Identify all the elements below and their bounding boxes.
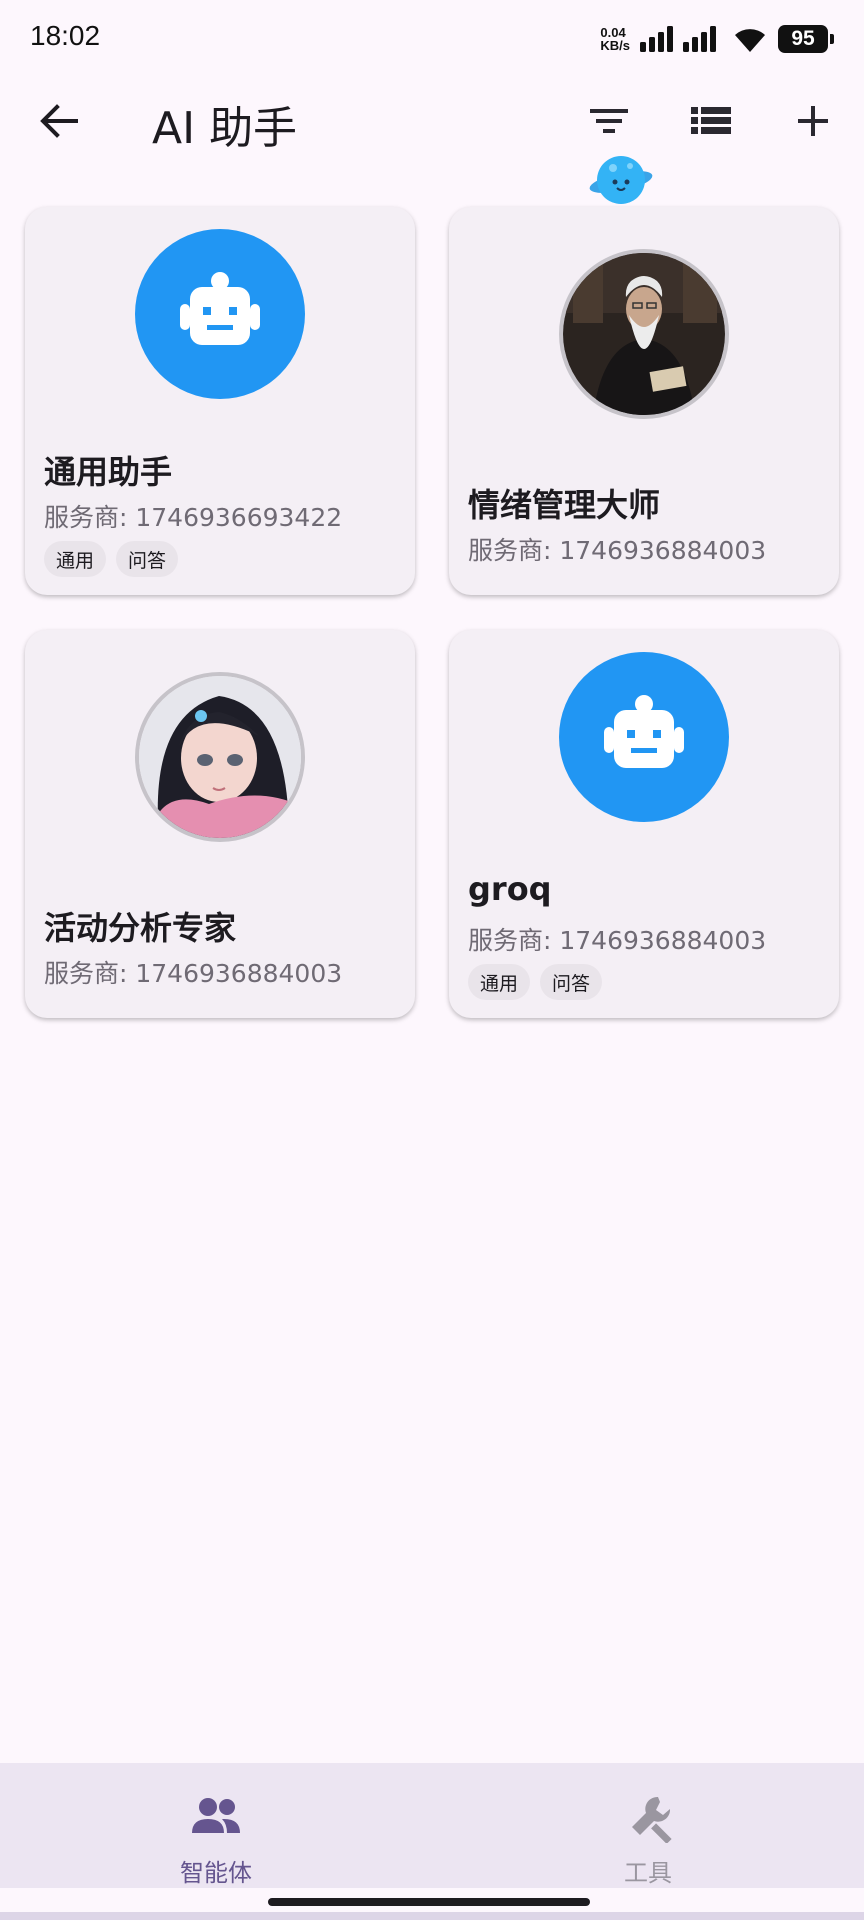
tag-chip: 问答: [540, 964, 603, 1000]
signal-icon: [640, 26, 716, 52]
wifi-icon: [735, 29, 765, 52]
assistant-name: 通用助手: [44, 453, 173, 491]
page-title: AI 助手: [152, 103, 298, 154]
tag-chip: 通用: [44, 541, 107, 577]
filter-button[interactable]: [586, 98, 632, 144]
assistant-provider: 服务商: 1746936693422: [44, 503, 343, 532]
assistant-card[interactable]: groq 服务商: 1746936884003 通用 问答: [449, 630, 839, 1018]
back-button[interactable]: [36, 98, 82, 144]
girl-portrait-avatar: [135, 672, 305, 842]
list-view-icon: [691, 107, 731, 134]
tag-list: 通用 问答: [44, 541, 179, 577]
robot-icon: [180, 272, 260, 345]
home-indicator[interactable]: [268, 1898, 590, 1906]
nav-item-tools[interactable]: 工具: [432, 1763, 864, 1888]
filter-icon: [590, 109, 628, 133]
nav-label-tools: 工具: [624, 1859, 672, 1887]
robot-icon: [604, 695, 684, 768]
people-icon: [192, 1798, 240, 1833]
floating-assistant-icon[interactable]: [588, 152, 654, 210]
assistant-name: 活动分析专家: [44, 909, 237, 947]
robot-avatar: [135, 229, 305, 399]
assistant-name: groq: [468, 870, 552, 908]
elder-wizard-portrait: [563, 253, 725, 415]
tag-chip: 问答: [116, 541, 179, 577]
add-icon: [798, 106, 828, 136]
tag-list: 通用 问答: [468, 964, 603, 1000]
girl-portrait: [139, 676, 301, 838]
list-view-button[interactable]: [688, 98, 734, 144]
status-icons: 0.04 KB/s 95: [600, 20, 834, 58]
add-button[interactable]: [790, 98, 836, 144]
wizard-portrait-avatar: [559, 249, 729, 419]
battery-indicator: 95: [778, 25, 834, 53]
wrench-icon: [632, 1796, 672, 1843]
assistant-provider: 服务商: 1746936884003: [468, 926, 767, 955]
assistant-provider: 服务商: 1746936884003: [44, 959, 343, 988]
status-bar: 18:02 0.04 KB/s 95: [0, 0, 864, 76]
assistant-card[interactable]: 通用助手 服务商: 1746936693422 通用 问答: [25, 207, 415, 595]
app-bar: AI 助手: [0, 76, 864, 166]
tag-chip: 通用: [468, 964, 531, 1000]
nav-label-agents: 智能体: [180, 1859, 252, 1887]
back-arrow-icon: [40, 104, 78, 138]
nav-item-agents[interactable]: 智能体: [0, 1763, 432, 1888]
assistant-name: 情绪管理大师: [468, 486, 661, 524]
status-time: 18:02: [30, 20, 101, 51]
robot-avatar: [559, 652, 729, 822]
assistant-card[interactable]: 活动分析专家 服务商: 1746936884003: [25, 630, 415, 1018]
assistant-provider: 服务商: 1746936884003: [468, 536, 767, 565]
assistant-card[interactable]: 情绪管理大师 服务商: 1746936884003: [449, 207, 839, 595]
bottom-strip: [0, 1912, 864, 1920]
network-speed: 0.04 KB/s: [600, 25, 630, 53]
bottom-navigation: 智能体 工具: [0, 1763, 864, 1888]
